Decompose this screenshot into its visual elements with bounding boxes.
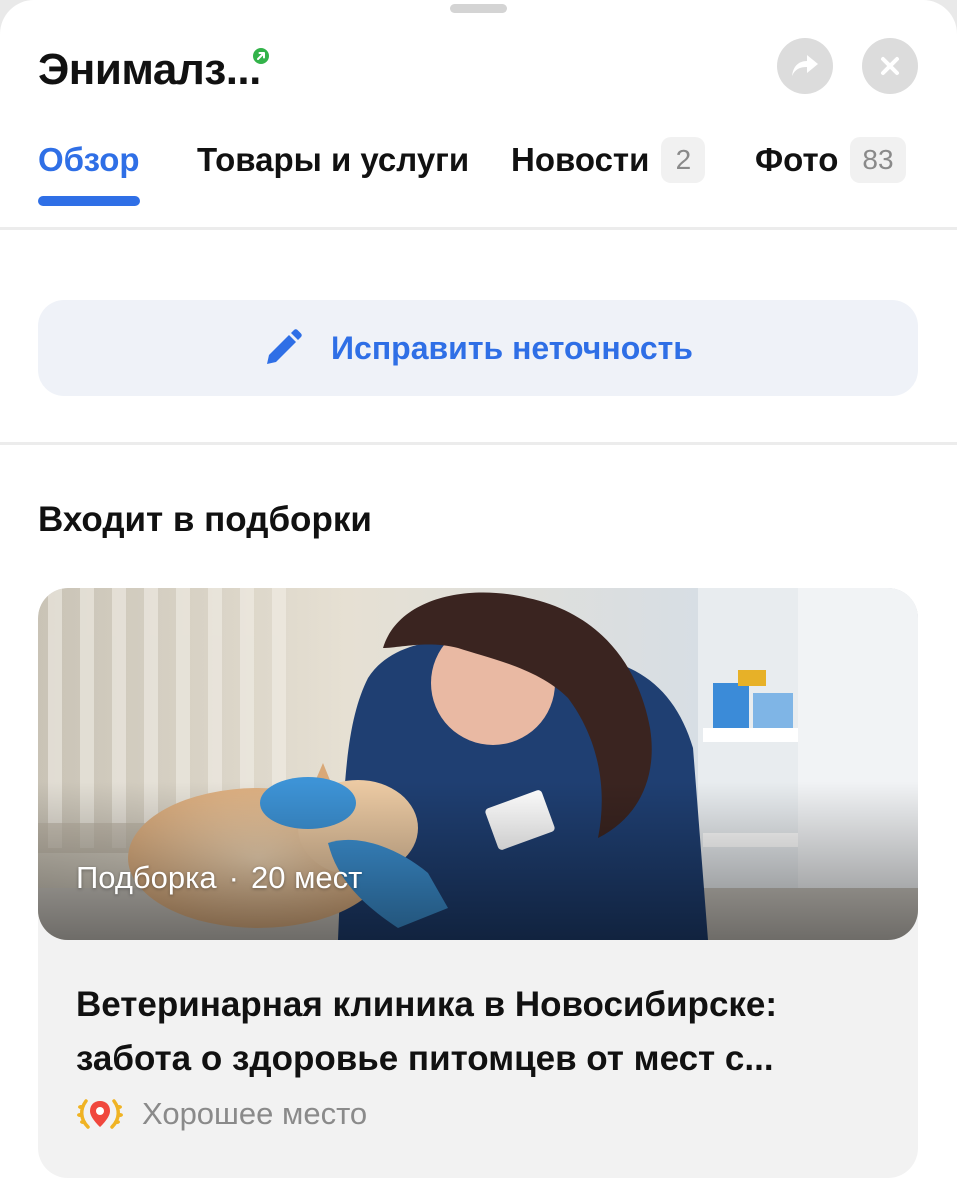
good-place-label: Хорошее место [142, 1096, 368, 1131]
collections-heading: Входит в подборки [38, 500, 372, 539]
verified-icon [250, 46, 271, 66]
fix-inaccuracy-label: Исправить неточность [331, 329, 693, 366]
tab-photos[interactable]: Фото 83 [755, 132, 906, 188]
collection-places-count: 20 мест [250, 860, 363, 895]
collection-title: Ветеринарная клиника в Новосибирске: заб… [76, 978, 896, 1086]
collection-card[interactable]: Подборка · 20 мест Ветеринарная клиника в … [38, 588, 918, 1178]
tab-label: Товары и услуги [197, 141, 470, 178]
photos-count-badge: 83 [850, 137, 906, 183]
place-card-sheet: Энималз... Обзор Товары и услуги Новости… [0, 0, 957, 1200]
tab-label: Обзор [38, 141, 140, 178]
good-place-badge: Хорошее место [76, 1090, 367, 1138]
tab-goods-services[interactable]: Товары и услуги [197, 132, 469, 188]
share-button[interactable] [777, 38, 833, 94]
tab-bar: Обзор Товары и услуги Новости 2 Фото 83 [0, 132, 957, 228]
header: Энималз... [38, 40, 281, 100]
tabs-divider [0, 227, 957, 230]
fix-inaccuracy-button[interactable]: Исправить неточность [38, 300, 918, 396]
collection-meta: Подборка · 20 мест [76, 860, 362, 896]
tab-news[interactable]: Новости 2 [511, 132, 706, 188]
share-icon [792, 55, 818, 76]
news-count-badge: 2 [661, 137, 706, 183]
section-divider [0, 442, 957, 445]
close-icon [881, 57, 899, 75]
pencil-icon [267, 329, 302, 364]
good-place-laurel-icon [77, 1099, 123, 1129]
collection-photo: Подборка · 20 мест [38, 588, 918, 940]
meta-separator: · [228, 860, 239, 895]
collection-title-line: Ветеринарная клиника в Новосибирске: [76, 985, 778, 1024]
tab-overview[interactable]: Обзор [38, 132, 140, 188]
tab-label: Новости [511, 141, 650, 178]
close-button[interactable] [862, 38, 918, 94]
tab-label: Фото [755, 141, 839, 178]
collection-type-label: Подборка [76, 860, 217, 895]
sheet-grabber[interactable] [450, 4, 507, 13]
collection-title-line: забота о здоровье питомцев от мест с... [76, 1039, 774, 1078]
place-title[interactable]: Энималз... [38, 45, 261, 95]
active-tab-indicator [38, 196, 140, 206]
